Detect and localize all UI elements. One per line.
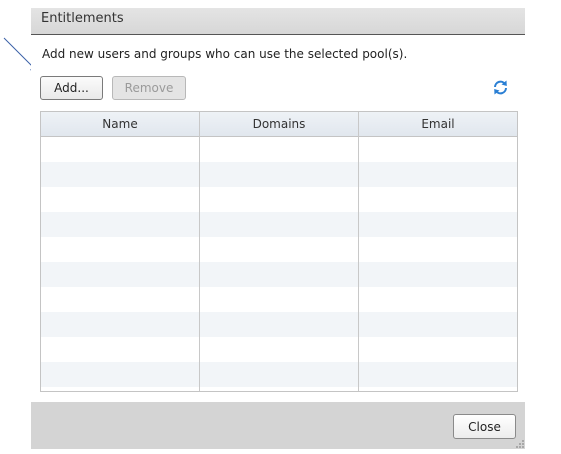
table-row	[41, 262, 517, 287]
table-row	[41, 212, 517, 237]
table-row	[41, 162, 517, 187]
entitlements-dialog: Entitlements Add new users and groups wh…	[31, 8, 525, 449]
column-divider	[358, 112, 359, 391]
dialog-footer: Close	[31, 402, 525, 449]
dialog-description: Add new users and groups who can use the…	[42, 47, 408, 61]
column-header-name[interactable]: Name	[41, 112, 199, 137]
resize-grip-icon[interactable]	[515, 439, 525, 449]
refresh-icon[interactable]	[492, 79, 509, 96]
column-header-email[interactable]: Email	[359, 112, 517, 137]
table-row	[41, 312, 517, 337]
table-row	[41, 362, 517, 387]
column-divider	[199, 112, 200, 391]
dialog-titlebar[interactable]: Entitlements	[31, 8, 525, 35]
column-divider	[199, 112, 200, 137]
dialog-title: Entitlements	[41, 11, 124, 26]
add-button[interactable]: Add...	[40, 76, 103, 100]
column-header-domains[interactable]: Domains	[200, 112, 358, 137]
table-header: Name Domains Email	[41, 112, 517, 137]
entitlements-table: Name Domains Email	[40, 111, 518, 392]
remove-button[interactable]: Remove	[112, 76, 186, 100]
column-divider	[358, 112, 359, 137]
close-button[interactable]: Close	[453, 414, 516, 439]
